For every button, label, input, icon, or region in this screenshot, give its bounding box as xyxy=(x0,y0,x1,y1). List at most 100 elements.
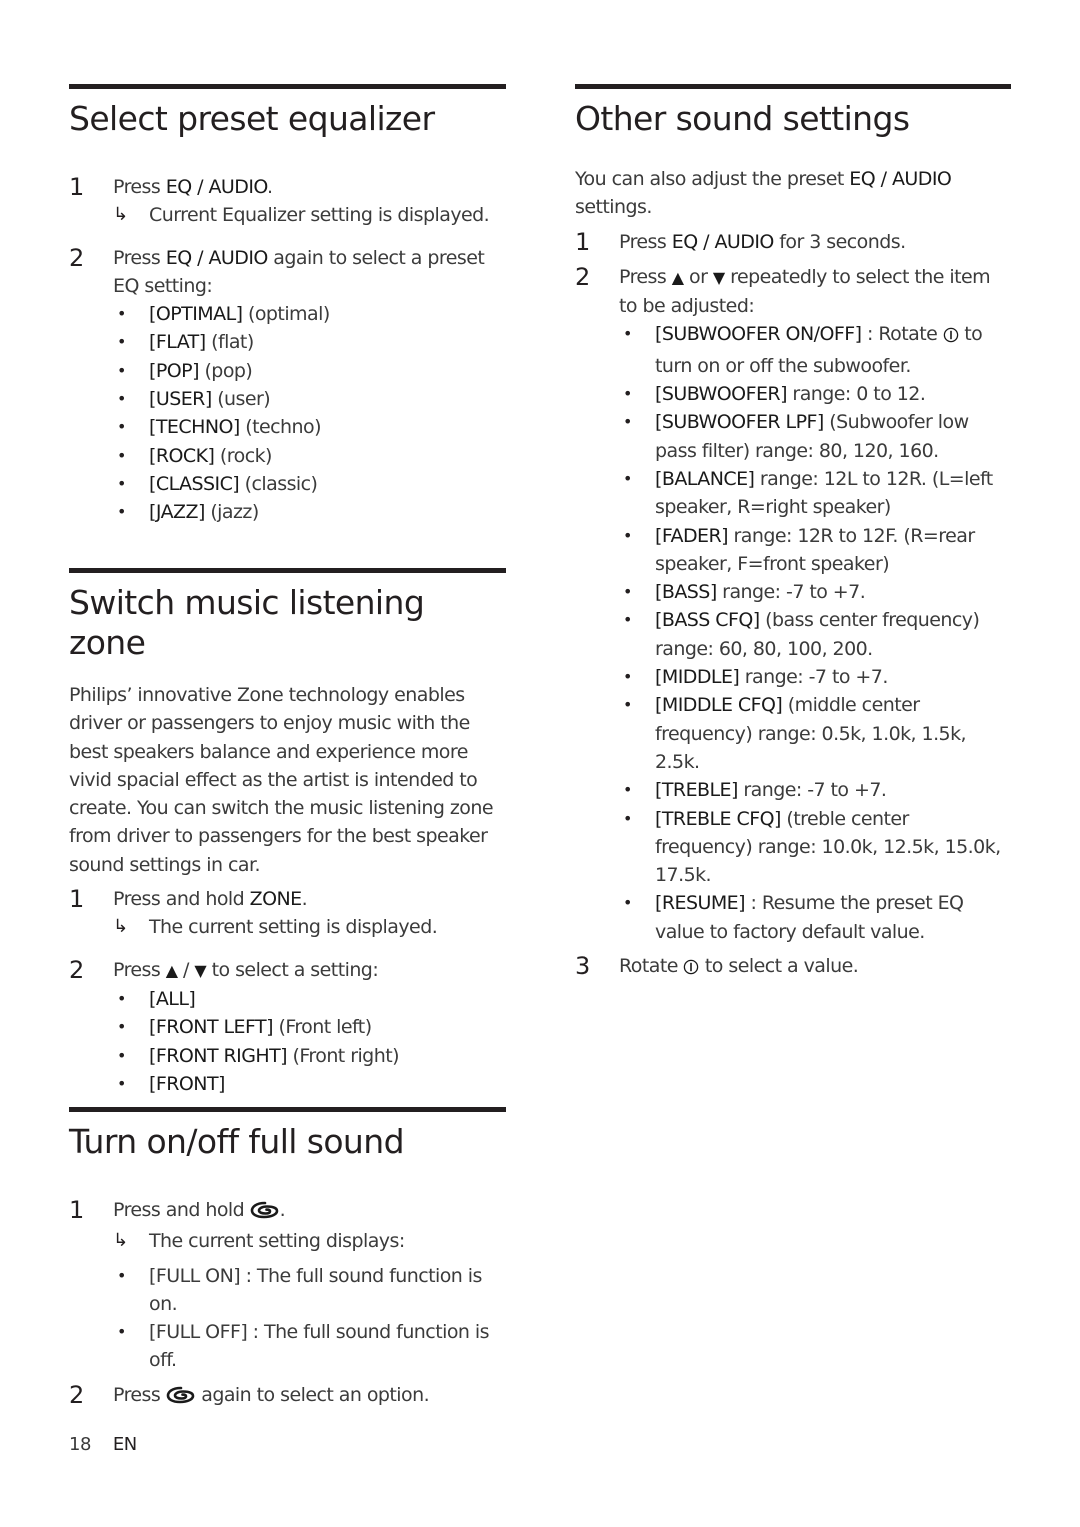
button-name: EQ / AUDIO xyxy=(165,176,268,198)
step-number: 1 xyxy=(69,1196,84,1224)
step-result: ↳ The current setting displays: xyxy=(113,1227,506,1255)
step-1: 1 Press and hold ZONE. ↳ The current set… xyxy=(69,885,506,942)
step-1: 1 Press EQ / AUDIO for 3 seconds. xyxy=(575,227,906,256)
bullet-icon: • xyxy=(117,389,126,409)
list-item: • [OPTIMAL] (optimal) xyxy=(113,300,506,328)
step-result: ↳ Current Equalizer setting is displayed… xyxy=(113,201,506,229)
bullet-icon: • xyxy=(623,780,632,800)
list-item: • [USER] (user) xyxy=(113,385,506,413)
list-item: • [ROCK] (rock) xyxy=(113,442,506,470)
bullet-icon: • xyxy=(117,304,126,324)
bullet-icon: • xyxy=(117,1073,126,1093)
full-sound-swirl-icon xyxy=(166,1384,196,1412)
step-number: 2 xyxy=(69,243,84,272)
list-item: • [TREBLE CFQ] (treble center frequency) … xyxy=(619,805,1011,890)
list-item: • [RESUME] : Resume the preset EQ value t… xyxy=(619,889,1011,946)
bullet-icon: • xyxy=(117,332,126,352)
bullet-icon: • xyxy=(117,1045,126,1065)
step-number: 1 xyxy=(575,227,590,256)
step-result: ↳ The current setting is displayed. xyxy=(113,913,506,941)
step-2: 2 Press EQ / AUDIO again to select a pre… xyxy=(69,244,506,527)
step-2: 2 Press ▲ / ▼ to select a setting: • [ALL… xyxy=(69,956,506,1098)
section-listening-zone: Switch music listening zone Philips’ inn… xyxy=(69,568,506,1098)
bullet-icon: • xyxy=(623,610,632,630)
list-item: • [SUBWOOFER] range: 0 to 12. xyxy=(619,380,1011,408)
rotary-knob-icon xyxy=(943,323,959,351)
result-arrow-icon: ↳ xyxy=(113,204,128,226)
list-item: • [TREBLE] range: -7 to +7. xyxy=(619,776,1011,804)
bullet-icon: • xyxy=(623,808,632,828)
bullet-icon: • xyxy=(623,893,632,913)
bullet-icon: • xyxy=(623,667,632,687)
page-number: 18 xyxy=(69,1434,91,1455)
bullet-icon: • xyxy=(117,1017,126,1037)
zone-options-list: • [ALL] • [FRONT LEFT] (Front left) • [FRON… xyxy=(113,985,506,1098)
button-name: EQ / AUDIO xyxy=(671,230,775,253)
fullsound-options-list: • [FULL ON] : The full sound function is … xyxy=(113,1262,506,1375)
bullet-icon: • xyxy=(623,695,632,715)
bullet-icon: • xyxy=(117,1322,126,1342)
step-number: 2 xyxy=(575,262,590,291)
step-number: 1 xyxy=(69,885,84,914)
down-arrow-icon: ▼ xyxy=(194,960,207,980)
section-title: Other sound settings xyxy=(575,99,910,138)
section-intro: Philips’ innovative Zone technology enab… xyxy=(69,684,494,876)
list-item: • [CLASSIC] (classic) xyxy=(113,470,506,498)
button-name: ZONE xyxy=(249,888,303,911)
bullet-icon: • xyxy=(623,412,632,432)
step-1: 1 Press EQ / AUDIO. ↳ Current Equalizer … xyxy=(69,173,506,230)
bullet-icon: • xyxy=(623,324,632,344)
list-item: • [TECHNO] (techno) xyxy=(113,413,506,441)
bullet-icon: • xyxy=(623,384,632,404)
result-arrow-icon: ↳ xyxy=(113,1230,128,1252)
list-item: • [ALL] xyxy=(113,985,506,1013)
language-code: EN xyxy=(112,1434,137,1455)
section-other-sound-settings: Other sound settings You can also adjust… xyxy=(575,84,1011,983)
step-number: 1 xyxy=(69,173,84,201)
eq-options-list: • [OPTIMAL] (optimal) • [FLAT] (flat) • [PO… xyxy=(113,300,506,526)
step-1: 1 Press and hold . ↳ The current setting… xyxy=(69,1196,506,1375)
section-title: Select preset equalizer xyxy=(69,99,435,138)
list-item: • [SUBWOOFER LPF] (Subwoofer low pass fil… xyxy=(619,408,1011,465)
bullet-icon: • xyxy=(117,502,126,522)
bullet-icon: • xyxy=(623,582,632,602)
list-item: • [MIDDLE] range: -7 to +7. xyxy=(619,663,1011,691)
section-title: Turn on/off full sound xyxy=(69,1122,405,1161)
bullet-icon: • xyxy=(117,988,126,1008)
step-2: 2 Press again to select an option. xyxy=(69,1381,506,1412)
bullet-icon: • xyxy=(117,473,126,493)
list-item: • [FRONT] xyxy=(113,1070,506,1098)
bullet-icon: • xyxy=(623,468,632,488)
step-number: 3 xyxy=(575,952,590,981)
bullet-icon: • xyxy=(117,1265,126,1285)
right-column: Other sound settings You can also adjust… xyxy=(575,84,1011,983)
list-item: • [JAZZ] (jazz) xyxy=(113,498,506,526)
list-item: • [FADER] range: 12R to 12F. (R=rear spea… xyxy=(619,522,1011,579)
list-item: • [BASS CFQ] (bass center frequency) rang… xyxy=(619,606,1011,663)
down-arrow-icon: ▼ xyxy=(712,267,725,287)
bullet-icon: • xyxy=(117,417,126,437)
up-arrow-icon: ▲ xyxy=(165,960,178,980)
full-sound-swirl-icon xyxy=(250,1199,280,1227)
section-full-sound: Turn on/off full sound 1 Press and hold … xyxy=(69,1107,506,1412)
section-preset-equalizer: Select preset equalizer 1 Press EQ / AUD… xyxy=(69,84,506,527)
bullet-icon: • xyxy=(117,360,126,380)
list-item: • [BALANCE] range: 12L to 12R. (L=left sp… xyxy=(619,465,1011,522)
list-item: • [POP] (pop) xyxy=(113,357,506,385)
adjustable-items-list: • [SUBWOOFER ON/OFF] : Rotate to turn on … xyxy=(619,320,1011,946)
result-arrow-icon: ↳ xyxy=(113,916,128,938)
left-column: Select preset equalizer 1 Press EQ / AUD… xyxy=(69,84,506,1409)
step-number: 2 xyxy=(69,955,84,984)
list-item: • [FRONT LEFT] (Front left) xyxy=(113,1013,506,1041)
bullet-icon: • xyxy=(117,445,126,465)
page-footer: 18 EN xyxy=(69,1434,137,1455)
step-number: 2 xyxy=(69,1380,84,1409)
list-item: • [FULL ON] : The full sound function is … xyxy=(113,1262,506,1319)
list-item: • [BASS] range: -7 to +7. xyxy=(619,578,1011,606)
list-item: • [FLAT] (flat) xyxy=(113,328,506,356)
list-item: • [SUBWOOFER ON/OFF] : Rotate to turn on … xyxy=(619,320,1011,380)
step-2: 2 Press ▲ or ▼ repeatedly to select the … xyxy=(575,263,1011,946)
up-arrow-icon: ▲ xyxy=(671,267,684,287)
bullet-icon: • xyxy=(623,525,632,545)
button-name: EQ / AUDIO xyxy=(165,246,269,269)
